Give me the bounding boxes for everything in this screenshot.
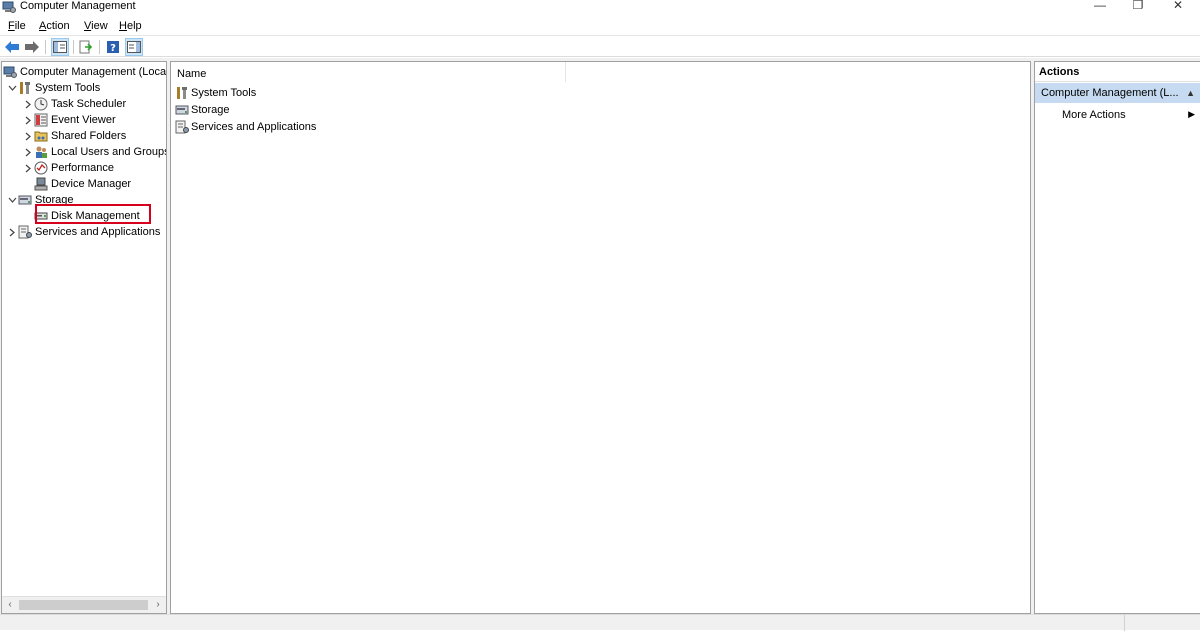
actions-pane: Actions Computer Management (L... ▲ More… [1034, 61, 1200, 614]
tree-item-performance[interactable]: Performance [22, 160, 114, 176]
collapse-up-icon[interactable]: ▲ [1186, 88, 1195, 98]
toolbar: ? [0, 37, 1200, 57]
services-icon [18, 225, 32, 239]
actions-header: Actions [1035, 62, 1200, 82]
tools-icon [175, 86, 189, 100]
tree-item-local-users-and-groups[interactable]: Local Users and Groups [22, 144, 166, 160]
toolbar-separator [45, 40, 46, 54]
close-button[interactable]: ✕ [1158, 0, 1198, 14]
list-item-services-and-applications[interactable]: Services and Applications [175, 119, 316, 135]
restore-button[interactable]: ❐ [1118, 0, 1158, 14]
tree-item-device-manager[interactable]: Device Manager [22, 176, 131, 192]
tools-icon [18, 81, 32, 95]
tree-item-system-tools[interactable]: System Tools [6, 80, 100, 96]
scroll-right-icon[interactable]: › [150, 597, 166, 613]
chevron-right-icon[interactable] [22, 96, 34, 112]
title-bar: Computer Management — ❐ ✕ [0, 0, 1200, 16]
disk-management-highlight [35, 204, 151, 224]
status-bar [0, 614, 1200, 631]
tree-item-computer-management[interactable]: Computer Management (Local [3, 64, 167, 80]
help-icon[interactable]: ? [104, 38, 122, 56]
list-item-storage[interactable]: Storage [175, 102, 230, 118]
forward-icon[interactable] [23, 38, 41, 56]
show-hide-console-tree-icon[interactable] [51, 38, 69, 56]
tree-item-event-viewer[interactable]: Event Viewer [22, 112, 116, 128]
device-manager-icon [34, 177, 48, 191]
users-icon [34, 145, 48, 159]
toolbar-separator [99, 40, 100, 54]
back-icon[interactable] [3, 38, 21, 56]
tree-item-task-scheduler[interactable]: Task Scheduler [22, 96, 126, 112]
chevron-right-icon[interactable] [22, 160, 34, 176]
scroll-left-icon[interactable]: ‹ [2, 597, 18, 613]
computer-management-icon [2, 0, 16, 14]
tree-item-shared-folders[interactable]: Shared Folders [22, 128, 126, 144]
submenu-arrow-icon: ▶ [1188, 109, 1195, 119]
status-separator [1124, 615, 1125, 631]
result-pane[interactable]: Name System Tools Storage Services and A… [170, 61, 1031, 614]
more-actions-item[interactable]: More Actions ▶ [1035, 106, 1200, 124]
column-header-name[interactable]: Name [171, 62, 566, 82]
chevron-right-icon[interactable] [22, 144, 34, 160]
menu-action[interactable]: Action [39, 19, 70, 33]
menu-bar: File Action View Help [0, 16, 1200, 36]
services-icon [175, 120, 189, 134]
minimize-button[interactable]: — [1080, 0, 1120, 14]
chevron-right-icon[interactable] [22, 112, 34, 128]
window-title: Computer Management [20, 0, 136, 12]
tree-root-label: Computer Management (Local [20, 66, 167, 78]
export-list-icon[interactable] [77, 38, 95, 56]
event-viewer-icon [34, 113, 48, 127]
chevron-down-icon[interactable] [6, 192, 18, 208]
storage-icon [18, 193, 32, 207]
toolbar-separator [73, 40, 74, 54]
storage-icon [175, 103, 189, 117]
tree-horizontal-scrollbar[interactable]: ‹ › [2, 596, 166, 613]
svg-text:?: ? [110, 43, 116, 54]
menu-file[interactable]: File [8, 19, 26, 33]
menu-view[interactable]: View [84, 19, 108, 33]
console-tree[interactable]: Computer Management (Local System Tools … [1, 61, 167, 614]
actions-section-computer-management[interactable]: Computer Management (L... ▲ [1035, 83, 1200, 103]
show-hide-action-pane-icon[interactable] [125, 38, 143, 56]
computer-management-icon [3, 65, 17, 79]
menu-help[interactable]: Help [119, 19, 142, 33]
tree-item-services-and-applications[interactable]: Services and Applications [6, 224, 160, 240]
chevron-right-icon[interactable] [6, 224, 18, 240]
list-item-system-tools[interactable]: System Tools [175, 85, 256, 101]
performance-icon [34, 161, 48, 175]
shared-folders-icon [34, 129, 48, 143]
chevron-right-icon[interactable] [22, 128, 34, 144]
clock-icon [34, 97, 48, 111]
chevron-down-icon[interactable] [6, 80, 18, 96]
scrollbar-thumb[interactable] [19, 600, 148, 610]
